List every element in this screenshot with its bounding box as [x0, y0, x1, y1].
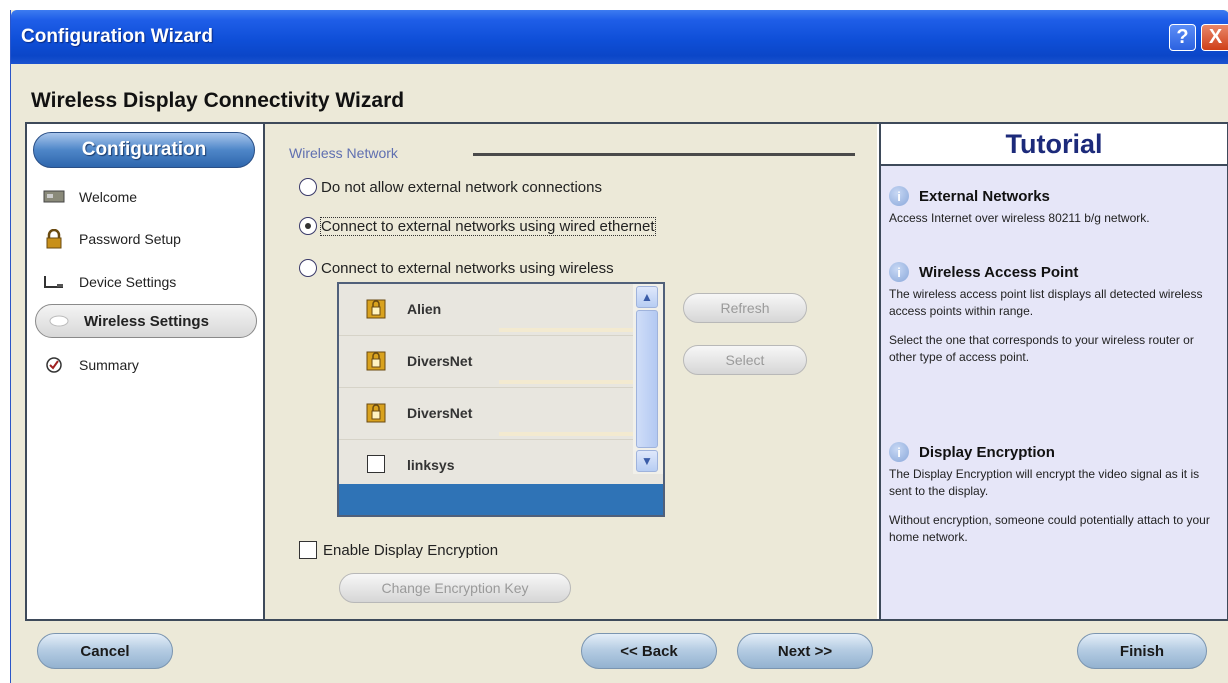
network-name: DiversNet: [407, 405, 473, 421]
sidebar-item-wireless-settings[interactable]: Wireless Settings: [35, 304, 257, 338]
scroll-thumb[interactable]: [636, 310, 658, 448]
encryption-checkbox[interactable]: [299, 541, 317, 559]
sidebar-item-summary[interactable]: Summary: [43, 352, 139, 378]
signal-bar: [499, 380, 633, 384]
tutorial-panel: Tutorial i External Networks Access Inter…: [879, 124, 1227, 619]
network-name: Alien: [407, 301, 442, 317]
sidebar-item-device-settings[interactable]: Device Settings: [43, 269, 176, 295]
window-title: Configuration Wizard: [21, 26, 213, 47]
section-heading: Display Encryption: [919, 443, 1055, 461]
summary-icon: [43, 355, 65, 375]
sidebar-header: Configuration: [33, 132, 255, 168]
sidebar-item-label: Password Setup: [79, 231, 181, 247]
radio-button[interactable]: [299, 259, 317, 277]
title-bar: Configuration Wizard ? X: [11, 10, 1228, 64]
sidebar-item-label: Device Settings: [79, 274, 177, 290]
sidebar-item-label: Welcome: [79, 189, 138, 205]
sidebar-item-label: Wireless Settings: [84, 312, 209, 330]
finish-button[interactable]: Finish: [1077, 633, 1207, 669]
lock-icon: [43, 229, 65, 249]
list-item[interactable]: DiversNet: [339, 336, 633, 388]
section-text: Select the one that corresponds to your …: [889, 333, 1194, 364]
lock-icon: [365, 298, 387, 320]
wizard-title: Wireless Display Connectivity Wizard: [31, 89, 405, 112]
tutorial-title: Tutorial: [881, 124, 1227, 166]
lock-icon: [365, 402, 387, 424]
open-network-icon: [367, 455, 385, 473]
footer: Cancel << Back Next >> Finish: [11, 621, 1228, 683]
section-text: Access Internet over wireless 80211 b/g …: [889, 211, 1150, 225]
section-text: The Display Encryption will encrypt the …: [889, 467, 1200, 498]
wizard-window: Configuration Wizard ? X Wireless Displa…: [10, 10, 1228, 683]
option-label: Connect to external networks using wired…: [320, 216, 656, 236]
section-heading: Wireless Access Point: [919, 263, 1079, 281]
close-button[interactable]: X: [1201, 24, 1228, 51]
section-text: Without encryption, someone could potent…: [889, 513, 1210, 544]
radio-button[interactable]: [299, 178, 317, 196]
list-item[interactable]: Alien: [339, 284, 633, 336]
list-item[interactable]: linksys: [339, 440, 633, 480]
radio-button-selected[interactable]: [299, 217, 317, 235]
next-button[interactable]: Next >>: [737, 633, 873, 669]
signal-bar: [499, 432, 633, 436]
access-point-list[interactable]: Alien DiversNet DiversNet linksys ▲ ▼: [337, 282, 665, 517]
encryption-option[interactable]: Enable Display Encryption: [299, 541, 498, 559]
sidebar-item-password-setup[interactable]: Password Setup: [43, 226, 181, 252]
list-item[interactable]: DiversNet: [339, 388, 633, 440]
wizard-header: Wireless Display Connectivity Wizard: [11, 64, 1228, 124]
network-name: DiversNet: [407, 353, 473, 369]
group-label: Wireless Network: [289, 145, 398, 161]
scroll-down-icon[interactable]: ▼: [636, 450, 658, 472]
device-settings-icon: [43, 272, 65, 292]
content-area: Configuration Welcome Password Setup Dev…: [25, 122, 1228, 621]
lock-icon: [365, 350, 387, 372]
option-label: Connect to external networks using wirel…: [321, 259, 614, 277]
tutorial-section: i External Networks Access Internet over …: [889, 186, 1219, 227]
select-button[interactable]: Select: [683, 345, 807, 375]
option-wireless[interactable]: Connect to external networks using wirel…: [299, 256, 614, 280]
help-button[interactable]: ?: [1169, 24, 1196, 51]
cancel-button[interactable]: Cancel: [37, 633, 173, 669]
info-icon: i: [889, 262, 909, 282]
info-icon: i: [889, 186, 909, 206]
monitor-icon: [43, 187, 65, 207]
signal-bar: [499, 328, 633, 332]
sidebar-item-welcome[interactable]: Welcome: [43, 184, 137, 210]
scroll-up-icon[interactable]: ▲: [636, 286, 658, 308]
sidebar-item-label: Summary: [79, 357, 139, 373]
option-no-external[interactable]: Do not allow external network connection…: [299, 175, 602, 199]
section-heading: External Networks: [919, 187, 1050, 205]
sidebar: Configuration Welcome Password Setup Dev…: [27, 124, 265, 619]
refresh-button[interactable]: Refresh: [683, 293, 807, 323]
change-encryption-key-button[interactable]: Change Encryption Key: [339, 573, 571, 603]
tutorial-section: i Display Encryption The Display Encrypti…: [889, 442, 1219, 546]
list-scrollbar[interactable]: ▲ ▼: [633, 284, 663, 474]
back-button[interactable]: << Back: [581, 633, 717, 669]
main-panel: Wireless Network Do not allow external n…: [265, 124, 877, 619]
group-divider: [473, 153, 855, 156]
info-icon: i: [889, 442, 909, 462]
wireless-icon: [48, 311, 70, 331]
option-label: Do not allow external network connection…: [321, 178, 602, 196]
network-name: linksys: [407, 457, 455, 473]
tutorial-section: i Wireless Access Point The wireless acce…: [889, 262, 1219, 366]
section-text: The wireless access point list displays …: [889, 287, 1203, 318]
option-wired-ethernet[interactable]: Connect to external networks using wired…: [299, 214, 656, 238]
list-selection-bar[interactable]: [339, 484, 663, 515]
encryption-label: Enable Display Encryption: [323, 541, 499, 559]
